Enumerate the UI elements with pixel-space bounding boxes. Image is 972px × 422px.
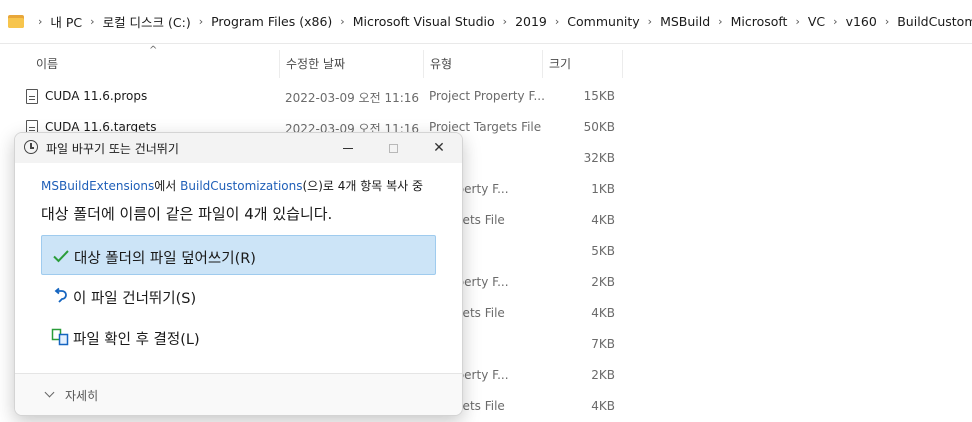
maximize-button (370, 133, 416, 163)
close-button[interactable]: ✕ (416, 133, 462, 163)
address-bar[interactable]: › 내 PC › 로컬 디스크 (C:) › Program Files (x86) › Mi… (0, 0, 972, 44)
column-header-name[interactable]: 이름 (30, 50, 278, 78)
checkmark-icon (53, 250, 69, 263)
chevron-right-icon[interactable]: › (503, 15, 507, 28)
column-header-date[interactable]: 수정한 날짜 (279, 50, 422, 78)
dialog-title: 파일 바꾸기 또는 건너뛰기 (46, 142, 179, 156)
breadcrumb-item[interactable]: VC (808, 14, 825, 29)
replace-or-skip-dialog: 파일 바꾸기 또는 건너뛰기 ✕ MSBuildExtensions에서 Bui… (14, 132, 463, 416)
file-size: 4KB (591, 399, 615, 413)
dialog-footer: 자세히 (15, 373, 462, 415)
dialog-body: MSBuildExtensions에서 BuildCustomizations(… (15, 163, 462, 373)
file-size: 2KB (591, 275, 615, 289)
maximize-icon (388, 143, 398, 153)
file-date: 2022-03-09 오전 11:16 (285, 91, 420, 105)
file-size: 7KB (591, 337, 615, 351)
skip-files-label: 이 파일 건너뛰기(S) (73, 291, 197, 307)
file-icon (26, 89, 38, 104)
chevron-right-icon[interactable]: › (38, 15, 42, 28)
to-text: (으)로 4개 항목 복사 중 (302, 179, 424, 193)
copy-progress-text: MSBuildExtensions에서 BuildCustomizations(… (41, 177, 423, 194)
breadcrumb-item[interactable]: Microsoft (731, 14, 788, 29)
replace-files-option[interactable]: 대상 폴더의 파일 덮어쓰기(R) (41, 235, 436, 275)
skip-arrow-icon (54, 287, 67, 303)
breadcrumb-item[interactable]: Community (567, 14, 639, 29)
file-size: 5KB (591, 244, 615, 258)
breadcrumb-item[interactable]: 로컬 디스크 (C:) (103, 12, 191, 31)
source-folder-link[interactable]: MSBuildExtensions (41, 179, 154, 193)
destination-folder-link[interactable]: BuildCustomizations (180, 179, 302, 193)
decide-each-file-option[interactable]: 파일 확인 후 결정(L) (41, 317, 436, 357)
breadcrumb-item[interactable]: MSBuild (660, 14, 710, 29)
file-size: 2KB (591, 368, 615, 382)
chevron-right-icon[interactable]: › (555, 15, 559, 28)
column-header-size[interactable]: 크기 (542, 50, 623, 78)
dialog-titlebar[interactable]: 파일 바꾸기 또는 건너뛰기 ✕ (15, 133, 462, 163)
minimize-icon (343, 147, 353, 149)
more-details-button[interactable]: 자세히 (65, 387, 98, 404)
minimize-button[interactable] (325, 133, 371, 163)
file-size: 4KB (591, 306, 615, 320)
breadcrumb-item[interactable]: 내 PC (50, 12, 82, 31)
chevron-right-icon[interactable]: › (340, 15, 344, 28)
chevron-right-icon[interactable]: › (795, 15, 799, 28)
from-text: 에서 (154, 179, 181, 193)
chevron-right-icon[interactable]: › (648, 15, 652, 28)
breadcrumb-item[interactable]: v160 (846, 14, 877, 29)
breadcrumb-item[interactable]: Microsoft Visual Studio (353, 14, 495, 29)
file-size: 50KB (583, 120, 615, 134)
column-header-type[interactable]: 유형 (423, 50, 541, 78)
file-size: 15KB (583, 89, 615, 103)
file-size: 4KB (591, 213, 615, 227)
breadcrumb-item[interactable]: BuildCustomizations (897, 14, 972, 29)
file-row[interactable]: CUDA 11.6.props 2022-03-09 오전 11:16 Proj… (0, 81, 630, 112)
chevron-right-icon[interactable]: › (885, 15, 889, 28)
decide-each-file-label: 파일 확인 후 결정(L) (73, 332, 200, 348)
file-type: Project Property F... (429, 89, 545, 103)
chevron-down-icon[interactable] (44, 387, 55, 398)
chevron-right-icon[interactable]: › (718, 15, 722, 28)
skip-files-option[interactable]: 이 파일 건너뛰기(S) (41, 276, 436, 316)
folder-icon (8, 15, 24, 28)
file-size: 32KB (583, 151, 615, 165)
conflict-headline: 대상 폴더에 이름이 같은 파일이 4개 있습니다. (41, 205, 333, 223)
compare-files-icon (51, 328, 69, 346)
file-size: 1KB (591, 182, 615, 196)
chevron-right-icon[interactable]: › (199, 15, 203, 28)
column-header-row: 이름 수정한 날짜 유형 크기 (0, 50, 630, 78)
clock-icon (24, 140, 38, 154)
close-icon: ✕ (433, 140, 445, 156)
chevron-right-icon[interactable]: › (833, 15, 837, 28)
replace-files-label: 대상 폴더의 파일 덮어쓰기(R) (74, 251, 256, 267)
breadcrumb-item[interactable]: 2019 (515, 14, 547, 29)
chevron-right-icon[interactable]: › (90, 15, 94, 28)
breadcrumb-item[interactable]: Program Files (x86) (211, 14, 332, 29)
file-name: CUDA 11.6.props (45, 89, 148, 103)
